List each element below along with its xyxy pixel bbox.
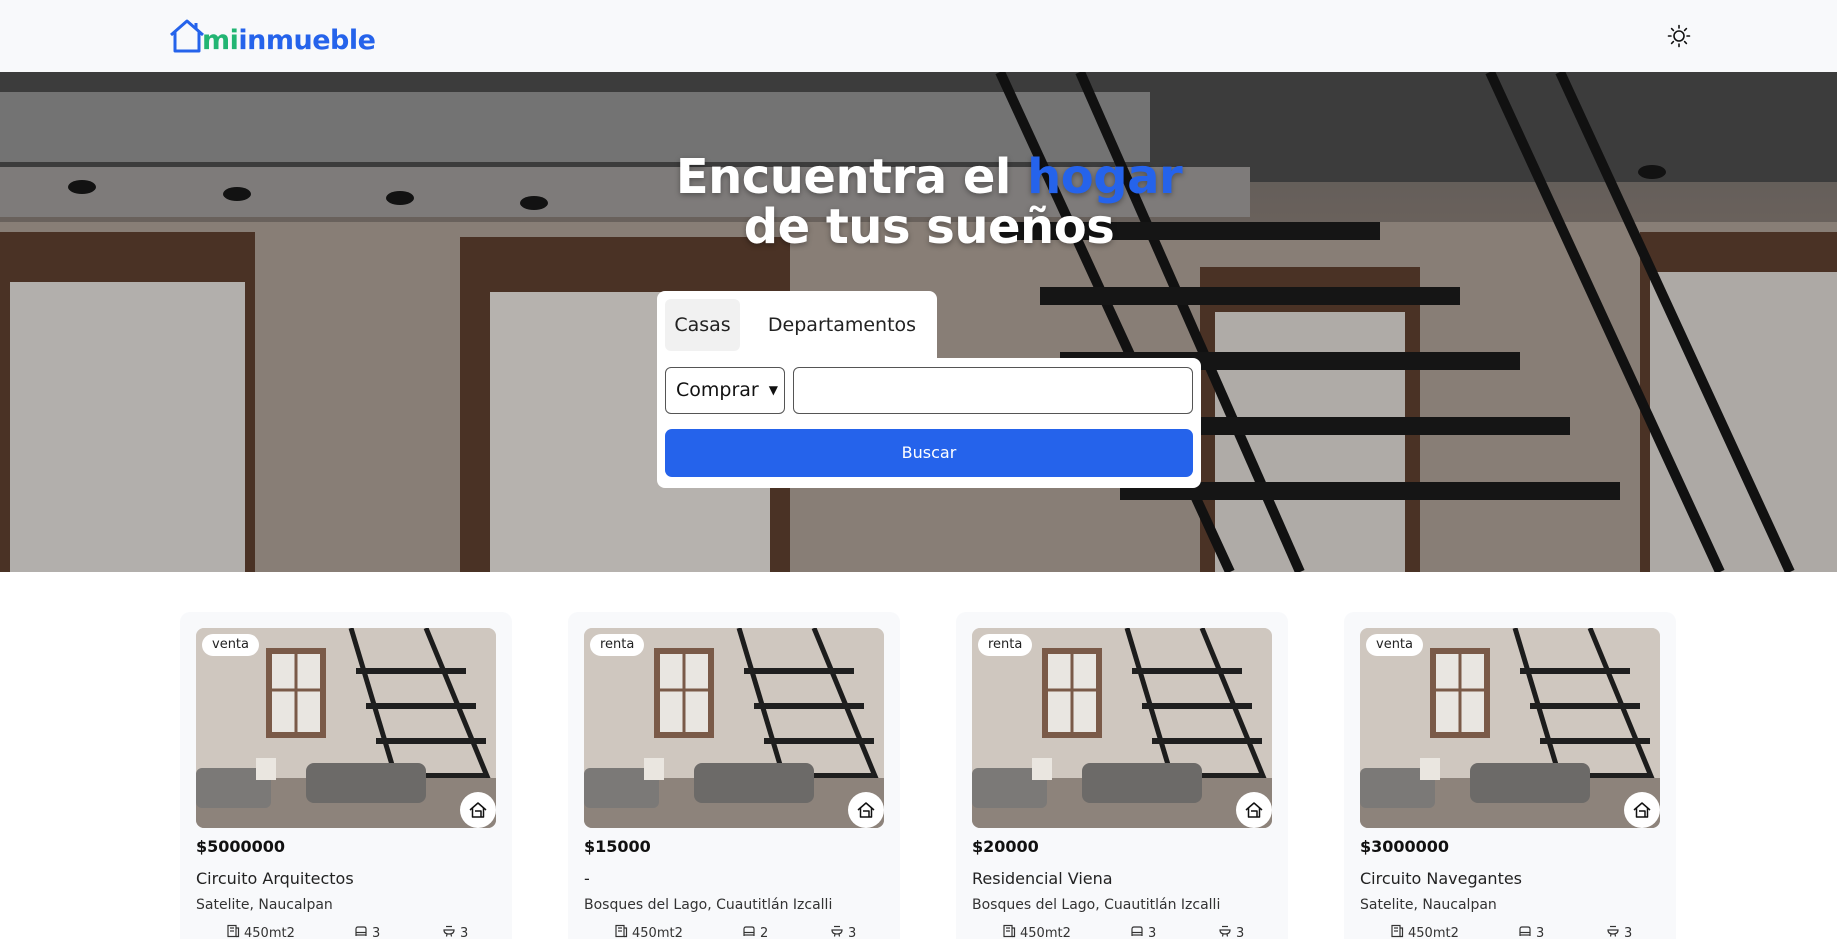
- listing-area-value: 450mt2: [632, 925, 683, 939]
- listing-area: 450mt2: [1002, 924, 1071, 939]
- logo-text: miinmueble: [202, 25, 376, 56]
- listing-bedrooms: 2: [742, 924, 768, 939]
- listing-price: $3000000: [1360, 837, 1450, 856]
- listing-name[interactable]: Circuito Arquitectos: [196, 869, 354, 888]
- listing-name[interactable]: -: [584, 869, 590, 888]
- search-input[interactable]: [793, 367, 1193, 414]
- tab-casas[interactable]: Casas: [665, 299, 740, 351]
- listing-name[interactable]: Residencial Viena: [972, 869, 1113, 888]
- listing-card[interactable]: renta $20000 Residencial Viena Bosques del …: [956, 612, 1288, 939]
- listing-bathrooms-value: 3: [1624, 925, 1633, 939]
- listing-area: 450mt2: [614, 924, 683, 939]
- logo-text-inmueble: inmueble: [238, 25, 376, 56]
- home-icon[interactable]: [848, 792, 884, 828]
- site-header: miinmueble: [0, 0, 1837, 72]
- listing-area-value: 450mt2: [244, 925, 295, 939]
- listing-area-value: 450mt2: [1408, 925, 1459, 939]
- listing-photo[interactable]: renta: [584, 628, 884, 828]
- house-logo-icon: [170, 19, 204, 53]
- listing-bathrooms-value: 3: [460, 925, 469, 939]
- search-button[interactable]: Buscar: [665, 429, 1193, 477]
- listing-area: 450mt2: [1390, 924, 1459, 939]
- operation-select-value: Comprar: [676, 379, 759, 401]
- home-icon[interactable]: [1236, 792, 1272, 828]
- tab-departamentos[interactable]: Departamentos: [752, 299, 932, 351]
- site-logo[interactable]: miinmueble: [168, 16, 376, 56]
- home-icon[interactable]: [460, 792, 496, 828]
- listing-type-badge: renta: [978, 634, 1033, 656]
- listing-price: $5000000: [196, 837, 286, 856]
- listing-bathrooms: 3: [1606, 924, 1632, 939]
- listing-location: Bosques del Lago, Cuautitlán Izcalli: [584, 897, 833, 913]
- listing-photo[interactable]: venta: [1360, 628, 1660, 828]
- listing-bathrooms: 3: [442, 924, 468, 939]
- bed-icon: [742, 924, 756, 939]
- listing-type-badge: venta: [1366, 634, 1423, 656]
- listing-bedrooms: 3: [1130, 924, 1156, 939]
- search-panel: Comprar ▼ Buscar: [657, 358, 1201, 488]
- hero-title-highlight: hogar: [1027, 149, 1183, 205]
- listing-price: $20000: [972, 837, 1039, 856]
- property-type-tabs: Casas Departamentos: [657, 291, 937, 359]
- home-icon[interactable]: [1624, 792, 1660, 828]
- chevron-down-icon: ▼: [768, 383, 778, 397]
- listing-bedrooms-value: 3: [1148, 925, 1157, 939]
- listing-bathrooms-value: 3: [848, 925, 857, 939]
- sun-icon[interactable]: [1667, 24, 1691, 48]
- listing-bedrooms: 3: [354, 924, 380, 939]
- operation-select[interactable]: Comprar ▼: [665, 367, 785, 414]
- area-icon: [614, 924, 628, 939]
- listing-bedrooms-value: 2: [760, 925, 769, 939]
- listing-bathrooms-value: 3: [1236, 925, 1245, 939]
- toilet-icon: [1218, 924, 1232, 939]
- listing-location: Satelite, Naucalpan: [196, 897, 333, 913]
- listing-bedrooms-value: 3: [1536, 925, 1545, 939]
- logo-text-mi: mi: [202, 25, 239, 56]
- listing-area: 450mt2: [226, 924, 295, 939]
- listing-bathrooms: 3: [830, 924, 856, 939]
- listing-location: Satelite, Naucalpan: [1360, 897, 1497, 913]
- toilet-icon: [442, 924, 456, 939]
- listing-bathrooms: 3: [1218, 924, 1244, 939]
- listing-photo[interactable]: renta: [972, 628, 1272, 828]
- listing-price: $15000: [584, 837, 651, 856]
- bed-icon: [354, 924, 368, 939]
- listing-area-value: 450mt2: [1020, 925, 1071, 939]
- hero-title-line2: de tus sueños: [743, 199, 1115, 255]
- area-icon: [1002, 924, 1016, 939]
- listing-name[interactable]: Circuito Navegantes: [1360, 869, 1522, 888]
- listing-type-badge: renta: [590, 634, 645, 656]
- area-icon: [226, 924, 240, 939]
- toilet-icon: [830, 924, 844, 939]
- hero-title-part1: Encuentra el: [675, 149, 1028, 205]
- bed-icon: [1130, 924, 1144, 939]
- listing-card[interactable]: venta $5000000 Circuito Arquitectos Satelit…: [180, 612, 512, 939]
- hero-title: Encuentra el hogar de tus sueños: [0, 152, 1837, 252]
- listing-location: Bosques del Lago, Cuautitlán Izcalli: [972, 897, 1221, 913]
- listing-type-badge: venta: [202, 634, 259, 656]
- listing-bedrooms: 3: [1518, 924, 1544, 939]
- listing-photo[interactable]: venta: [196, 628, 496, 828]
- listing-bedrooms-value: 3: [372, 925, 381, 939]
- toilet-icon: [1606, 924, 1620, 939]
- area-icon: [1390, 924, 1404, 939]
- listing-card[interactable]: renta $15000 - Bosques del Lago, Cuautitlán…: [568, 612, 900, 939]
- bed-icon: [1518, 924, 1532, 939]
- listing-card[interactable]: venta $3000000 Circuito Navegantes Satelite…: [1344, 612, 1676, 939]
